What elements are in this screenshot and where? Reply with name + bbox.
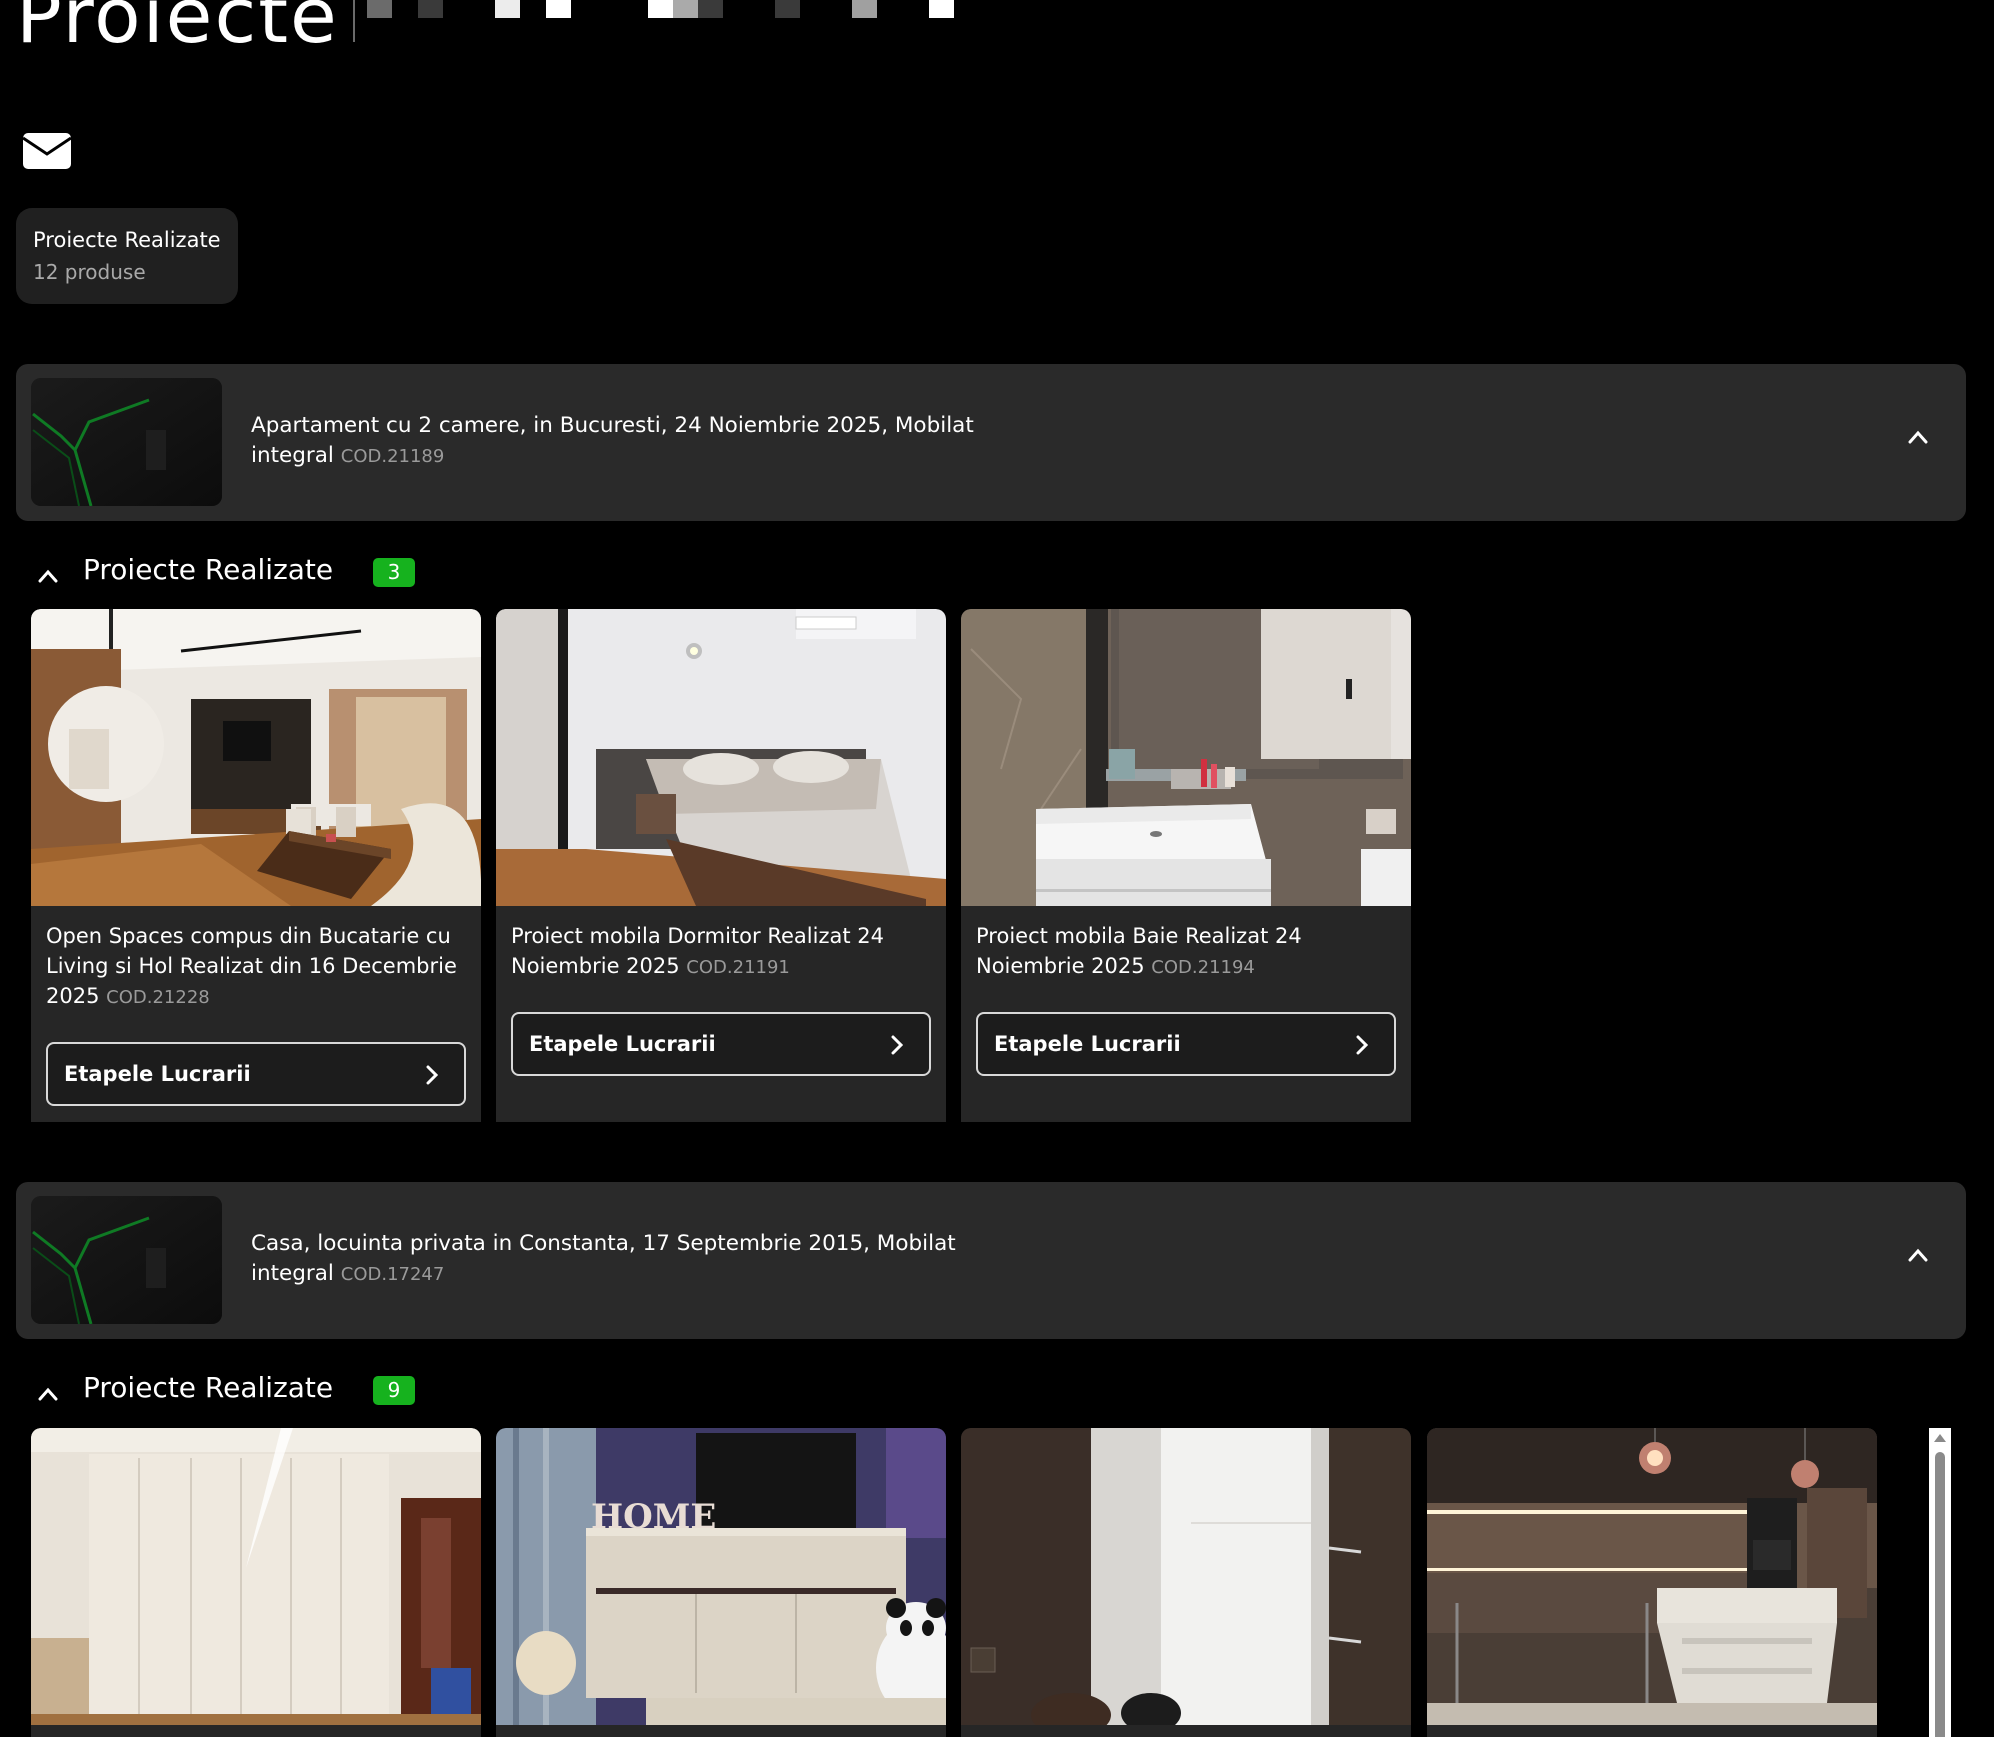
category-count: 12 produse [33,260,146,284]
project-title: Apartament cu 2 camere, in Bucuresti, 24… [251,413,974,468]
product-card[interactable] [31,1428,481,1737]
chevron-up-icon[interactable] [1908,430,1928,444]
project-title: Casa, locuinta privata in Constanta, 17 … [251,1231,956,1286]
product-card[interactable]: Proiect mobila Baie Realizat 24 Noiembri… [961,609,1411,1122]
project-code: COD.17247 [340,1264,445,1285]
product-image-hallway[interactable] [961,1428,1411,1725]
category-name: Proiecte Realizate [33,228,221,252]
product-image-bathroom[interactable] [961,609,1411,906]
section-count-badge: 9 [373,1376,415,1405]
project-bar[interactable]: Casa, locuinta privata in Constanta, 17 … [16,1182,1966,1339]
product-image-wardrobe[interactable] [31,1428,481,1725]
product-image-kids-room[interactable]: HOME [496,1428,946,1725]
product-image-living-room[interactable] [31,609,481,906]
etapele-lucrarii-button[interactable]: Etapele Lucrarii [511,1012,931,1076]
chevron-up-icon[interactable] [1908,1248,1928,1262]
project-code: COD.21189 [340,446,445,467]
envelope-icon[interactable] [23,133,71,169]
etapele-lucrarii-button[interactable]: Etapele Lucrarii [46,1042,466,1106]
chevron-right-icon [891,1035,903,1055]
category-card[interactable]: Proiecte Realizate 12 produse [16,208,238,304]
project-thumbnail [31,378,222,506]
product-card[interactable]: HOME [496,1428,946,1737]
product-card[interactable]: Proiect mobila Dormitor Realizat 24 Noie… [496,609,946,1122]
project-thumbnail [31,1196,222,1324]
etapele-lucrarii-button[interactable]: Etapele Lucrarii [976,1012,1396,1076]
product-code: COD.21191 [686,957,790,978]
section-title: Proiecte Realizate [83,1371,334,1404]
project-bar[interactable]: Apartament cu 2 camere, in Bucuresti, 24… [16,364,1966,521]
chevron-right-icon [1356,1035,1368,1055]
product-image-kitchen[interactable] [1427,1428,1877,1725]
title-separator [353,0,355,42]
chevron-right-icon [426,1065,438,1085]
product-title: Proiect mobila Baie Realizat 24 Noiembri… [976,924,1302,978]
page: Proiecte Proiecte Realizate 12 produse A… [0,0,1994,1737]
product-title: Open Spaces compus din Bucatarie cu Livi… [46,924,457,1008]
product-code: COD.21194 [1151,957,1255,978]
section-title: Proiecte Realizate [83,553,334,586]
svg-text:HOME: HOME [591,1497,716,1537]
product-image-bedroom[interactable] [496,609,946,906]
product-card[interactable] [1427,1428,1877,1737]
section-count-badge: 3 [373,558,415,587]
product-code: COD.21228 [106,987,210,1008]
pixel-strip-decoration [367,0,967,18]
product-card[interactable] [961,1428,1411,1737]
chevron-up-icon[interactable] [38,1387,58,1401]
product-card[interactable]: Open Spaces compus din Bucatarie cu Livi… [31,609,481,1122]
product-title: Proiect mobila Dormitor Realizat 24 Noie… [511,924,884,978]
page-title: Proiecte [16,0,339,60]
vertical-scrollbar[interactable] [1929,1428,1951,1737]
chevron-up-icon[interactable] [38,569,58,583]
